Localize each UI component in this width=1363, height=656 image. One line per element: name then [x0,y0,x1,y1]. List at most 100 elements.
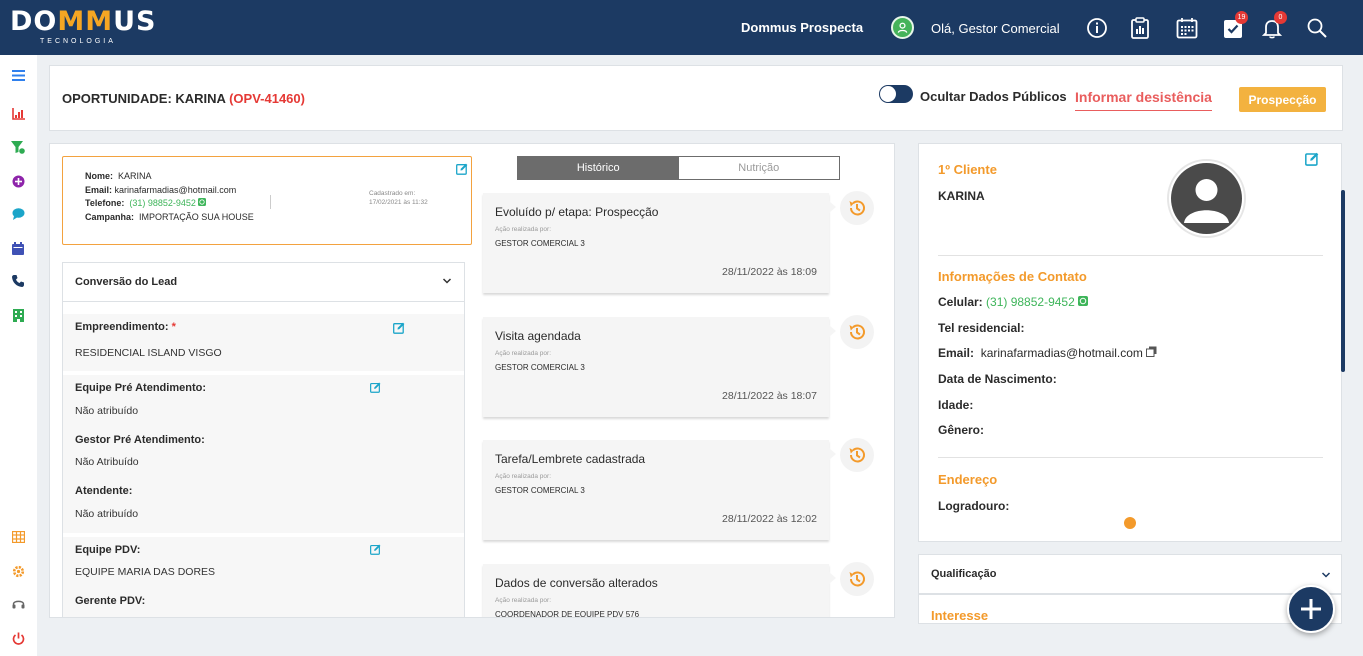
tab-historico[interactable]: Histórico [518,157,679,179]
bell-icon[interactable]: 0 [1260,11,1287,40]
tasks-check-icon[interactable]: 19 [1221,11,1248,40]
history-user: GESTOR COMERCIAL 3 [495,363,585,372]
logo-text-m: MM [57,6,114,37]
chevron-down-icon[interactable] [1321,570,1331,580]
lead-campaign: IMPORTAÇÃO SUA HOUSE [139,211,254,222]
history-card: Tarefa/Lembrete cadastrada Ação realizad… [483,440,836,540]
equipe-pre-label: Equipe Pré Atendimento: [75,382,206,394]
history-by-label: Ação realizada por: [495,473,552,480]
loading-dot [1124,517,1136,529]
lead-phone[interactable]: (31) 98852-9452 [129,198,196,208]
copy-icon[interactable] [1146,346,1157,357]
email-value: karinafarmadias@hotmail.com [980,346,1143,360]
client-avatar-icon [1184,179,1229,223]
gestor-pre-value: Não Atribuído [75,456,139,468]
gear-icon[interactable] [10,563,26,579]
history-user: GESTOR COMERCIAL 3 [495,486,585,495]
cell-value[interactable]: (31) 98852-9452 [986,295,1075,309]
opportunity-header: OPORTUNIDADE: KARINA (OPV-41460) Ocultar… [49,65,1343,131]
add-action-button[interactable] [1287,585,1335,633]
history-by-label: Ação realizada por: [495,350,552,357]
interest-label: Interesse [931,608,989,623]
edit-equipe-pre-icon[interactable] [370,382,381,393]
headset-icon[interactable] [10,596,26,612]
edit-empreendimento-icon[interactable] [393,322,405,334]
birth-label: Data de Nascimento: [938,372,1057,386]
plus-circle-icon[interactable] [10,173,26,189]
chat-icon[interactable] [10,206,26,222]
building-icon[interactable] [10,307,26,323]
user-greeting[interactable]: Olá, Gestor Comercial [931,21,1060,36]
history-by-label: Ação realizada por: [495,226,552,233]
whatsapp-icon[interactable] [198,198,207,206]
interest-accordion[interactable]: Interesse [918,594,1342,624]
side-rail [0,55,37,656]
logo-text-2: US [113,6,157,37]
report-withdrawal-link[interactable]: Informar desistência [1075,89,1212,111]
equipe-pdv-label: Equipe PDV: [75,544,141,556]
calendar-icon[interactable] [10,240,26,256]
main-panel: Nome: KARINA Email: karinafarmadias@hotm… [49,143,895,618]
lead-conversion-header[interactable]: Conversão do Lead [62,262,465,302]
hide-public-data-toggle[interactable] [879,85,913,103]
empreendimento-value: RESIDENCIAL ISLAND VISGO [75,347,222,359]
opportunity-label: OPORTUNIDADE: KARINA [62,91,226,106]
history-icon [840,438,874,472]
history-icon [840,191,874,225]
address-section-title: Endereço [938,472,998,487]
client-panel: 1º Cliente KARINA Informações de Contato… [918,143,1342,542]
divider [938,255,1323,256]
funnel-icon[interactable] [10,139,26,155]
qualification-label: Qualificação [931,568,997,580]
tab-nutricao[interactable]: Nutrição [678,157,839,179]
search-icon[interactable] [1305,16,1329,40]
lead-name-label: Nome: [85,171,114,181]
history-date: 28/11/2022 às 18:07 [722,390,817,402]
lead-fields: Nome: KARINA Email: karinafarmadias@hotm… [85,170,254,224]
top-bar: DO MM US TECNOLOGIA Dommus Prospecta Olá, … [0,0,1363,55]
opportunity-title: OPORTUNIDADE: KARINA (OPV-41460) [62,91,305,106]
equipe-pdv-value: EQUIPE MARIA DAS DORES [75,566,216,578]
edit-lead-icon[interactable] [456,163,468,175]
client-section-title: 1º Cliente [938,162,997,177]
pdv-section: Equipe PDV: EQUIPE MARIA DAS DORES Geren… [63,537,464,617]
dommus-logo[interactable]: DO MM US TECNOLOGIA [10,6,157,46]
home-phone-label: Tel residencial: [938,321,1025,335]
whatsapp-icon[interactable] [1078,296,1089,306]
user-avatar[interactable] [891,16,914,39]
chevron-down-icon[interactable] [442,276,452,286]
bar-chart-icon[interactable] [10,106,26,122]
history-card: Visita agendada Ação realizada por: GEST… [483,317,836,417]
table-grid-icon[interactable] [10,529,26,545]
info-icon[interactable] [1085,16,1109,40]
menu-icon[interactable] [10,67,26,83]
history-by-label: Ação realizada por: [495,597,552,604]
equipe-pre-value: Não atribuído [75,405,139,417]
tasks-badge: 19 [1235,11,1248,24]
lead-email: karinafarmadias@hotmail.com [114,184,237,195]
clipboard-chart-icon[interactable] [1128,16,1152,40]
gender-label: Gênero: [938,423,985,437]
history-user: COORDENADOR DE EQUIPE PDV 576 [495,610,640,618]
edit-equipe-pdv-icon[interactable] [370,544,381,555]
history-date: 28/11/2022 às 12:02 [722,513,817,525]
qualification-accordion[interactable]: Qualificação [918,554,1342,594]
stage-button[interactable]: Prospecção [1239,87,1326,112]
pre-atendimento-section: Equipe Pré Atendimento: Não atribuído Ge… [63,375,464,533]
client-name: KARINA [938,189,985,203]
street-label: Logradouro: [938,499,1010,513]
phone-icon[interactable] [10,273,26,289]
age-label: Idade: [938,398,974,412]
empreendimento-section: Empreendimento: * RESIDENCIAL ISLAND VIS… [63,314,464,371]
hide-public-data-label: Ocultar Dados Públicos [920,89,1067,104]
history-icon [840,315,874,349]
scrollbar[interactable] [1341,190,1345,372]
calendar-grid-icon[interactable] [1175,16,1199,40]
app-name: Dommus Prospecta [741,20,864,35]
edit-client-icon[interactable] [1305,152,1319,166]
lead-campaign-label: Campanha: [85,211,135,222]
lead-name: KARINA [118,171,152,181]
power-icon[interactable] [10,630,26,646]
client-avatar [1167,159,1246,238]
logo-text-1: DO [10,6,58,37]
